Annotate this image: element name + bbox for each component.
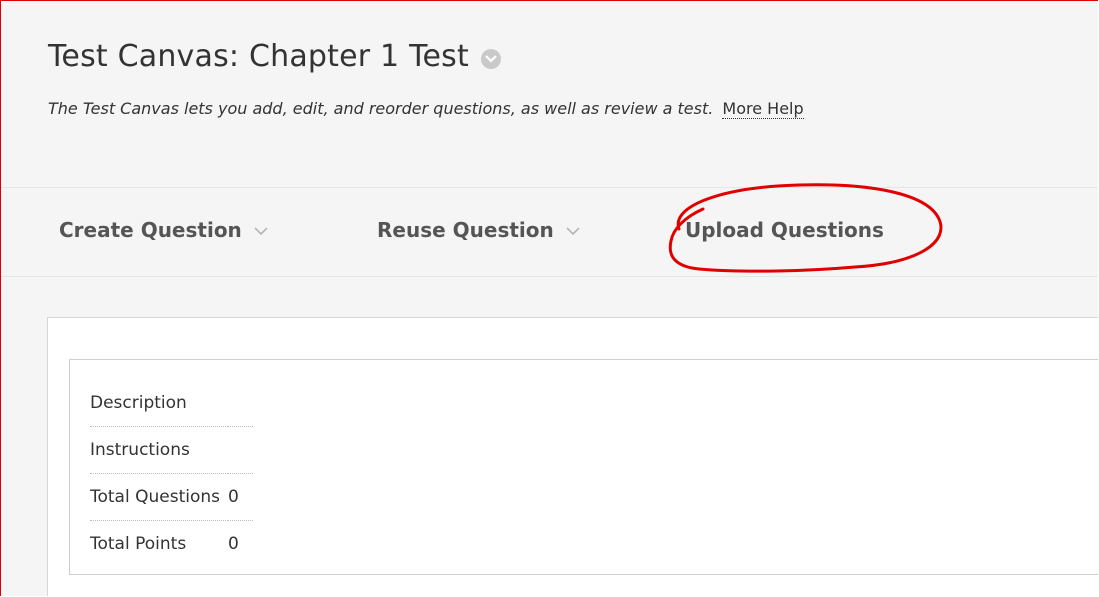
test-info-box: Description Instructions Total Questions… xyxy=(69,359,1098,575)
instructions-value xyxy=(228,426,253,474)
info-row-total-points: Total Points 0 xyxy=(90,521,253,568)
test-info-table: Description Instructions Total Questions… xyxy=(90,380,253,567)
page-description: The Test Canvas lets you add, edit, and … xyxy=(48,99,804,119)
page-header: Test Canvas: Chapter 1 Test The Test Can… xyxy=(1,1,1098,187)
options-menu-button[interactable] xyxy=(480,48,501,69)
info-row-instructions: Instructions xyxy=(90,426,253,474)
total-points-value: 0 xyxy=(228,534,239,554)
create-question-button[interactable]: Create Question xyxy=(59,218,268,242)
test-content-area: Description Instructions Total Questions… xyxy=(47,317,1098,596)
total-questions-label: Total Questions xyxy=(90,473,228,521)
chevron-down-icon xyxy=(566,226,580,235)
info-row-description: Description xyxy=(90,380,253,427)
instructions-label: Instructions xyxy=(90,426,228,474)
chevron-down-icon xyxy=(254,226,268,235)
reuse-question-label: Reuse Question xyxy=(377,218,554,242)
description-label: Description xyxy=(90,380,228,427)
info-row-total-questions: Total Questions 0 xyxy=(90,473,253,521)
red-circle-annotation xyxy=(668,183,943,273)
screenshot-frame: Test Canvas: Chapter 1 Test The Test Can… xyxy=(0,0,1098,596)
reuse-question-button[interactable]: Reuse Question xyxy=(377,218,580,242)
more-help-link[interactable]: More Help xyxy=(722,99,804,119)
title-row: Test Canvas: Chapter 1 Test xyxy=(48,39,501,74)
page-title: Test Canvas: Chapter 1 Test xyxy=(48,39,469,74)
create-question-label: Create Question xyxy=(59,218,242,242)
chevron-down-icon xyxy=(485,54,497,63)
total-questions-value: 0 xyxy=(228,473,253,521)
page-description-text: The Test Canvas lets you add, edit, and … xyxy=(48,99,714,118)
total-points-label: Total Points xyxy=(90,534,187,554)
description-value xyxy=(228,380,253,427)
